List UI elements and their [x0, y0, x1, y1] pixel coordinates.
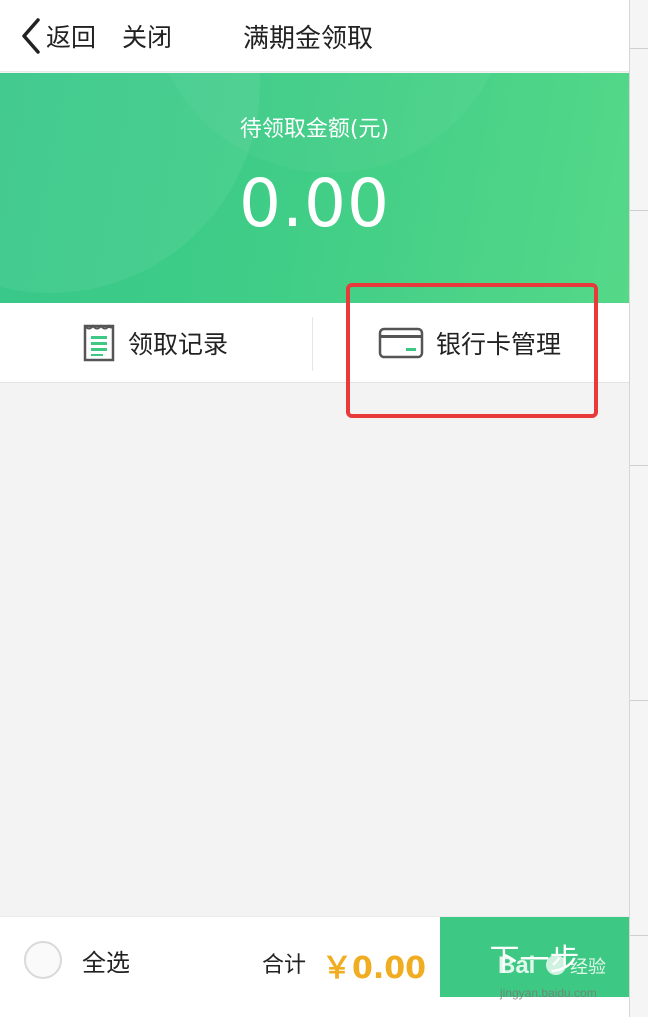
- total-amount: ￥0.00: [322, 951, 427, 986]
- receipt-icon: [83, 324, 115, 362]
- page-title: 满期金领取: [243, 23, 374, 54]
- select-all-toggle[interactable]: 全选: [24, 939, 130, 981]
- app-window: 返回 关闭 满期金领取 待领取金额(元) 0.00 领取记录 银行卡管理 全选 …: [0, 0, 629, 1017]
- highlight-annotation-box: [346, 283, 598, 418]
- total-label: 合计: [262, 953, 307, 978]
- back-button[interactable]: 返回: [18, 14, 96, 58]
- edge-line: [630, 210, 648, 211]
- bottom-bar: 全选 合计 ￥0.00 下一步: [0, 916, 629, 1017]
- back-label: 返回: [46, 23, 97, 52]
- close-button[interactable]: 关闭: [122, 14, 172, 58]
- select-all-radio[interactable]: [24, 941, 62, 979]
- claim-records-button[interactable]: 领取记录: [82, 303, 228, 383]
- amount-banner: 待领取金额(元) 0.00: [0, 73, 629, 303]
- edge-line: [630, 48, 648, 49]
- nav-bar: 返回 关闭 满期金领取: [0, 0, 629, 72]
- edge-line: [630, 935, 648, 936]
- chevron-left-icon: [22, 18, 40, 54]
- adjacent-window-edge: [629, 0, 648, 1017]
- edge-line: [630, 700, 648, 701]
- claim-records-label: 领取记录: [128, 330, 229, 359]
- edge-line: [630, 465, 648, 466]
- select-all-label: 全选: [82, 948, 130, 977]
- next-step-button[interactable]: 下一步: [440, 917, 629, 997]
- action-divider: [312, 317, 313, 371]
- pending-amount-value: 0.00: [239, 165, 390, 242]
- pending-amount-label: 待领取金额(元): [239, 117, 390, 142]
